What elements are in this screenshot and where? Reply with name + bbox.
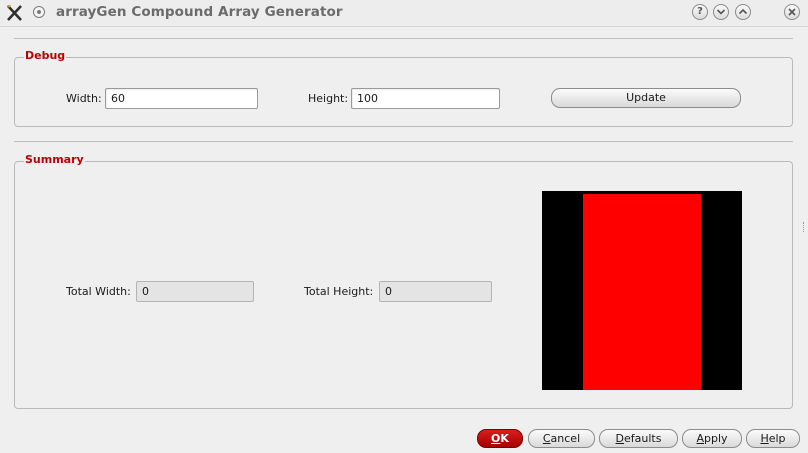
chevron-up-icon xyxy=(738,8,748,15)
minimize-button[interactable] xyxy=(713,4,729,20)
array-preview xyxy=(542,191,742,390)
cancel-label: ancel xyxy=(550,432,581,445)
debug-legend: Debug xyxy=(24,49,67,62)
help-label: elp xyxy=(768,432,786,445)
update-button[interactable]: Update xyxy=(551,88,741,108)
total-width-field xyxy=(136,281,254,302)
close-icon xyxy=(788,8,796,16)
resize-grip[interactable] xyxy=(803,222,807,232)
width-label: Width: xyxy=(66,92,102,105)
maximize-button[interactable] xyxy=(735,4,751,20)
cancel-accel: C xyxy=(542,432,551,445)
ok-accel: O xyxy=(491,432,501,445)
separator xyxy=(14,141,793,142)
help-window-button[interactable]: ? xyxy=(692,4,708,20)
window-title: arrayGen Compound Array Generator xyxy=(56,4,343,20)
help-accel: H xyxy=(760,432,769,445)
total-height-label: Total Height: xyxy=(304,285,374,298)
summary-legend: Summary xyxy=(24,153,85,166)
width-input[interactable] xyxy=(105,88,258,109)
app-icon xyxy=(7,5,22,21)
title-bar[interactable]: arrayGen Compound Array Generator ? xyxy=(0,0,808,27)
defaults-button[interactable]: Defaults xyxy=(599,429,678,448)
close-button[interactable] xyxy=(784,4,800,20)
defaults-label: efaults xyxy=(624,432,662,445)
cancel-button[interactable]: Cancel xyxy=(528,429,595,448)
apply-button[interactable]: Apply xyxy=(682,429,742,448)
window-menu-icon[interactable] xyxy=(33,6,45,18)
apply-label: pply xyxy=(704,432,728,445)
help-button[interactable]: Help xyxy=(746,429,800,448)
height-input[interactable] xyxy=(351,88,500,109)
ok-label: K xyxy=(500,432,509,445)
height-label: Height: xyxy=(308,92,349,105)
ok-button[interactable]: OK xyxy=(477,429,523,448)
array-preview-rect xyxy=(583,194,701,390)
total-width-label: Total Width: xyxy=(66,285,131,298)
defaults-accel: D xyxy=(615,432,625,445)
chevron-down-icon xyxy=(716,9,726,15)
separator xyxy=(14,38,793,39)
total-height-field xyxy=(379,281,492,302)
apply-accel: A xyxy=(696,432,704,445)
